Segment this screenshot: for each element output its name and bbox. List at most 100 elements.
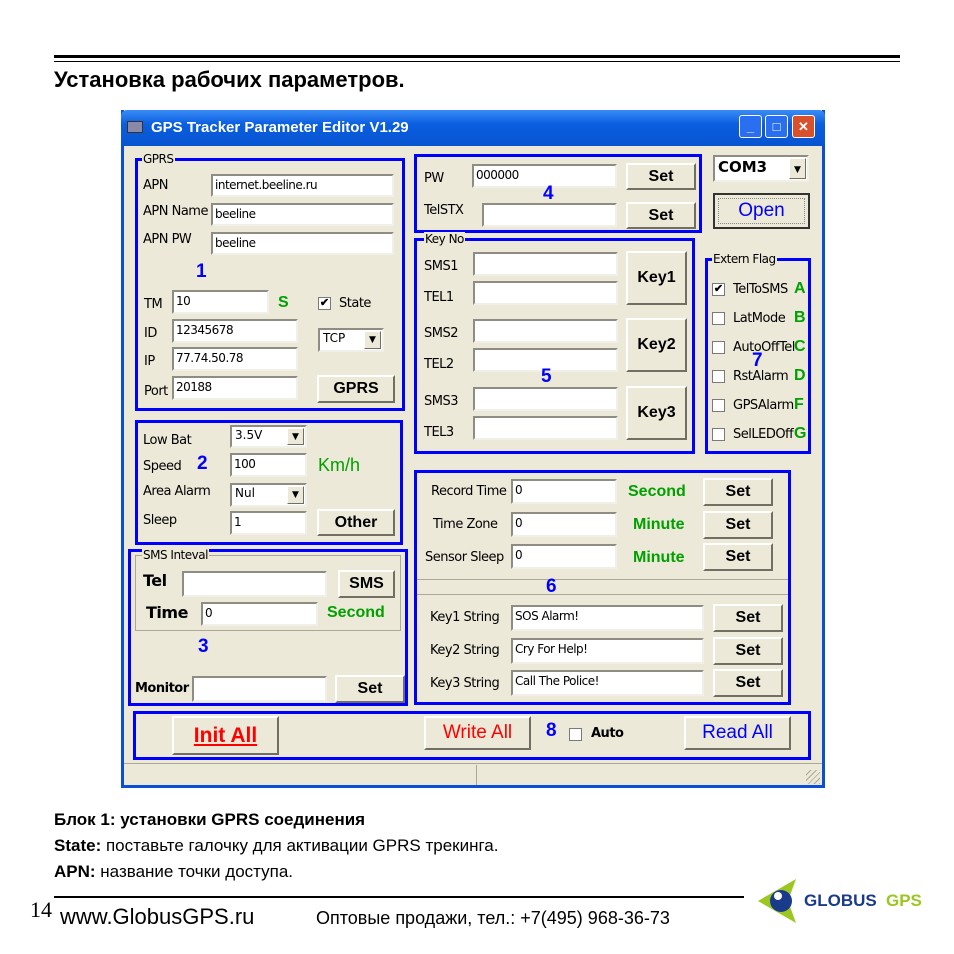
apn-input[interactable]: internet.beeline.ru (211, 174, 394, 197)
key1-string-input[interactable]: SOS Alarm! (511, 605, 704, 631)
area-alarm-value: Nul (235, 486, 255, 500)
flag-letter-b: B (794, 309, 806, 326)
sms-time-input[interactable]: 0 (201, 602, 318, 626)
state-text: поставьте галочку для активации GPRS тре… (101, 836, 499, 855)
sensor-sleep-set-button[interactable]: Set (703, 543, 773, 571)
block-number-4: 4 (543, 183, 554, 204)
sales-phone: Оптовые продажи, тел.: +7(495) 968-36-73 (316, 908, 670, 928)
telstx-set-button[interactable]: Set (626, 202, 696, 229)
telstx-input[interactable] (482, 203, 617, 227)
block1-caption: Блок 1: установки GPRS соединения (54, 810, 366, 829)
close-button[interactable]: ✕ (792, 115, 815, 138)
key-no-legend: Key No (424, 232, 465, 246)
monitor-set-button[interactable]: Set (335, 675, 405, 703)
gprs-button[interactable]: GPRS (317, 375, 395, 403)
tel1-input[interactable] (473, 281, 618, 305)
key2-button[interactable]: Key2 (626, 318, 687, 372)
flag-checkbox-selledoff[interactable] (712, 428, 725, 441)
globusgps-logo: GLOBUS GPS (756, 875, 931, 925)
port-input[interactable]: 20188 (172, 376, 298, 400)
com-port-select[interactable]: COM3 ▼ (713, 155, 809, 182)
sms-tel-input[interactable] (182, 571, 327, 597)
top-rule-thin (54, 61, 900, 62)
read-all-button[interactable]: Read All (684, 716, 791, 750)
ip-input[interactable]: 77.74.50.78 (172, 347, 298, 371)
tm-label: TM (144, 297, 163, 312)
apn-name-input[interactable]: beeline (211, 203, 394, 226)
apn-name-label: APN Name (143, 204, 208, 219)
flag-letter-d: D (794, 367, 806, 384)
tel3-input[interactable] (473, 416, 618, 440)
key2-string-label: Key2 String (430, 643, 500, 658)
maximize-button[interactable]: □ (765, 115, 788, 138)
protocol-value: TCP (323, 331, 346, 345)
area-alarm-select[interactable]: Nul ▼ (230, 483, 307, 507)
flag-label-teltosms: TelToSMS (733, 282, 788, 297)
tm-unit: S (278, 294, 289, 311)
low-bat-select[interactable]: 3.5V ▼ (230, 425, 307, 448)
flag-checkbox-latmode[interactable] (712, 312, 725, 325)
sms1-input[interactable] (473, 252, 618, 276)
other-button[interactable]: Other (317, 509, 395, 536)
minimize-button[interactable]: _ (739, 115, 762, 138)
write-all-button[interactable]: Write All (424, 716, 531, 750)
key1-button[interactable]: Key1 (626, 251, 687, 305)
flag-label-selledoff: SelLEDOff (733, 427, 794, 442)
time-zone-unit: Minute (633, 516, 685, 533)
sms3-input[interactable] (473, 387, 618, 411)
port-label: Port (144, 384, 168, 399)
time-zone-input[interactable]: 0 (511, 512, 617, 537)
com-port-value: COM3 (718, 158, 768, 176)
id-input[interactable]: 12345678 (172, 319, 298, 343)
time-zone-set-button[interactable]: Set (703, 511, 773, 539)
key3-string-label: Key3 String (430, 676, 500, 691)
tm-input[interactable]: 10 (172, 290, 269, 314)
flag-letter-g: G (794, 425, 807, 442)
top-rule (54, 55, 900, 58)
key3-button[interactable]: Key3 (626, 386, 687, 440)
init-all-button[interactable]: Init All (172, 716, 279, 755)
page-heading: Установка рабочих параметров. (54, 67, 405, 92)
chevron-down-icon[interactable]: ▼ (287, 428, 304, 445)
sensor-sleep-input[interactable]: 0 (511, 544, 617, 569)
speed-input[interactable]: 100 (230, 453, 307, 477)
flag-letter-f: F (794, 396, 804, 413)
pw-set-button[interactable]: Set (626, 163, 696, 190)
chevron-down-icon[interactable]: ▼ (287, 486, 304, 504)
key2-string-input[interactable]: Cry For Help! (511, 638, 704, 664)
telstx-label: TelSTX (424, 203, 464, 218)
key2-string-set-button[interactable]: Set (713, 637, 783, 665)
sms-button[interactable]: SMS (338, 570, 395, 598)
state-checkbox[interactable]: ✔ (318, 297, 331, 310)
apn-pw-input[interactable]: beeline (211, 232, 394, 255)
flag-checkbox-autoofftel[interactable] (712, 341, 725, 354)
protocol-select[interactable]: TCP ▼ (318, 328, 384, 352)
key3-string-input[interactable]: Call The Police! (511, 670, 704, 696)
auto-checkbox[interactable] (569, 728, 582, 741)
sleep-label: Sleep (143, 513, 177, 528)
flag-label-rstalarm: RstAlarm (733, 369, 789, 384)
monitor-input[interactable] (192, 676, 327, 702)
open-button[interactable]: Open (713, 193, 810, 229)
flag-checkbox-teltosms[interactable]: ✔ (712, 283, 725, 296)
record-time-set-button[interactable]: Set (703, 478, 773, 506)
area-alarm-label: Area Alarm (143, 484, 211, 499)
flag-checkbox-rstalarm[interactable] (712, 370, 725, 383)
title-bar: GPS Tracker Parameter Editor V1.29 (121, 110, 825, 146)
resize-grip-icon[interactable] (806, 770, 820, 784)
speed-unit: Km/h (318, 455, 361, 475)
speed-label: Speed (143, 459, 182, 474)
sms2-input[interactable] (473, 319, 618, 343)
chevron-down-icon[interactable]: ▼ (364, 331, 381, 349)
flag-checkbox-gpsalarm[interactable] (712, 399, 725, 412)
key1-string-set-button[interactable]: Set (713, 604, 783, 632)
key3-string-set-button[interactable]: Set (713, 669, 783, 697)
state-label: State (339, 296, 371, 311)
record-time-input[interactable]: 0 (511, 479, 617, 504)
website-link[interactable]: www.GlobusGPS.ru (60, 904, 254, 930)
sleep-input[interactable]: 1 (230, 511, 307, 535)
chevron-down-icon[interactable]: ▼ (789, 158, 806, 179)
extern-flag-legend: Extern Flag (712, 252, 777, 266)
flag-letter-c: C (794, 338, 806, 355)
tel2-label: TEL2 (424, 357, 454, 372)
